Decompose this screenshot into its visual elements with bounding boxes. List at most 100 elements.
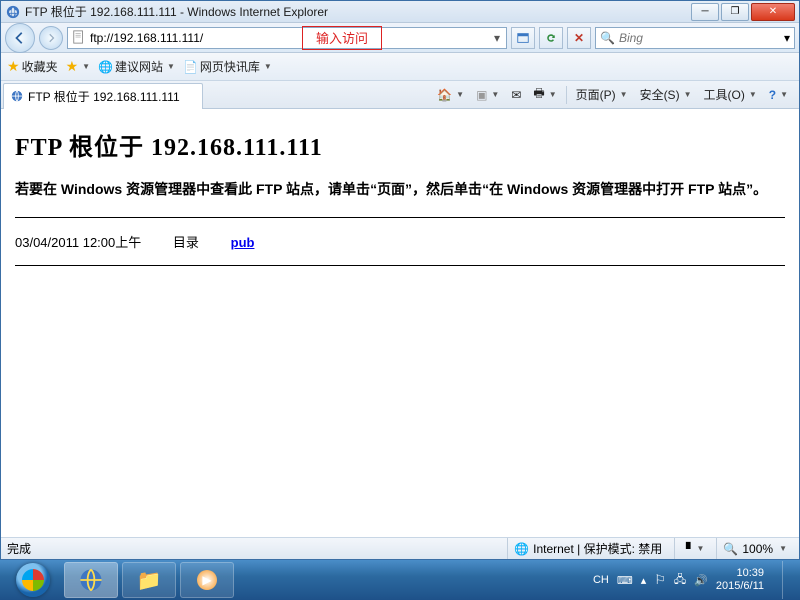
safety-label: 安全(S) — [640, 86, 680, 103]
entry-datetime: 03/04/2011 12:00上午 — [15, 232, 165, 251]
chevron-down-icon: ▼ — [82, 62, 90, 71]
instruction-text: 若要在 Windows 资源管理器中查看此 FTP 站点，请单击“页面”，然后单… — [15, 178, 785, 203]
tools-menu[interactable]: 工具(O)▼ — [698, 84, 761, 106]
tray-clock[interactable]: 10:39 2015/6/11 — [716, 567, 768, 593]
taskbar-ie[interactable] — [64, 562, 118, 598]
star-icon: ★ — [7, 58, 20, 75]
page-content: FTP 根位于 192.168.111.111 若要在 Windows 资源管理… — [1, 109, 799, 537]
titlebar: FTP 根位于 192.168.111.111 - Windows Intern… — [1, 1, 799, 23]
star-add-icon: ★ — [66, 58, 79, 75]
search-dropdown[interactable]: ▾ — [784, 31, 790, 45]
tray-up-icon[interactable]: ▴ — [641, 574, 647, 587]
folder-icon: 📁 — [137, 568, 162, 593]
back-button[interactable] — [5, 23, 35, 53]
chevron-down-icon: ▼ — [456, 90, 464, 99]
taskbar-explorer[interactable]: 📁 — [122, 562, 176, 598]
favorites-button[interactable]: ★收藏夹 — [7, 58, 58, 75]
chevron-down-icon: ▼ — [779, 544, 787, 553]
msg-bold: “页面” — [370, 181, 412, 197]
ie-small-icon: 🌐 — [98, 60, 113, 74]
web-slice-gallery[interactable]: 📄网页快讯库 ▼ — [183, 58, 272, 75]
tab-title: FTP 根位于 192.168.111.111 — [28, 88, 196, 105]
msg-part: ，然后单击 — [412, 181, 482, 197]
home-button[interactable]: 🏠▼ — [432, 84, 469, 106]
help-icon: ? — [769, 88, 776, 102]
slice-icon: 📄 — [183, 60, 198, 74]
page-icon — [72, 30, 88, 46]
status-text: 完成 — [7, 540, 31, 557]
feeds-button[interactable]: ▣▼ — [471, 84, 504, 106]
globe-icon: 🌐 — [514, 542, 529, 556]
suggested-label: 建议网站 — [115, 58, 163, 75]
ie-window: FTP 根位于 192.168.111.111 - Windows Intern… — [0, 0, 800, 560]
ime-indicator[interactable]: CH — [593, 574, 609, 586]
suggested-sites[interactable]: 🌐建议网站▼ — [98, 58, 175, 75]
help-button[interactable]: ?▼ — [764, 84, 793, 106]
rss-icon: ▣ — [476, 88, 487, 102]
compat-view-button[interactable] — [511, 27, 535, 49]
minimize-button[interactable]: ─ — [691, 3, 719, 21]
window-title: FTP 根位于 192.168.111.111 - Windows Intern… — [25, 3, 691, 20]
zone-label: Internet | 保护模式: 禁用 — [533, 540, 662, 557]
divider — [15, 217, 785, 218]
protected-mode-toggle[interactable]: ▝▼ — [674, 538, 710, 559]
ie-icon — [5, 4, 21, 20]
status-bar: 完成 🌐Internet | 保护模式: 禁用 ▝▼ 🔍100%▼ — [1, 537, 799, 559]
chevron-down-icon: ▼ — [780, 90, 788, 99]
chevron-down-icon: ▼ — [697, 544, 705, 553]
msg-bold: “在 Windows 资源管理器中打开 FTP 站点” — [482, 181, 753, 197]
print-button[interactable]: 🖶▼ — [528, 84, 561, 106]
shield-icon: ▝ — [681, 542, 690, 556]
tab-ftp[interactable]: FTP 根位于 192.168.111.111 — [3, 83, 203, 109]
safety-menu[interactable]: 安全(S) ▼ — [635, 84, 697, 106]
msg-part: 若要在 Windows 资源管理器中查看此 FTP 站点，请单击 — [15, 181, 370, 197]
tray-flag-icon[interactable]: ⚐ — [654, 572, 666, 588]
address-bar[interactable]: ▾ 输入访问 — [67, 27, 507, 49]
favorites-bar: ★收藏夹 ★▼ 🌐建议网站▼ 📄网页快讯库▼ — [1, 53, 799, 81]
dir-entry: 03/04/2011 12:00上午 目录 pub — [15, 232, 785, 251]
address-input[interactable] — [90, 31, 490, 45]
clock-date: 2015/6/11 — [716, 580, 764, 593]
forward-button[interactable] — [39, 26, 63, 50]
chevron-down-icon: ▼ — [684, 90, 692, 99]
page-heading: FTP 根位于 192.168.111.111 — [15, 127, 785, 162]
restore-button[interactable]: ❐ — [721, 3, 749, 21]
close-button[interactable]: ✕ — [751, 3, 795, 21]
zoom-control[interactable]: 🔍 100% ▼ — [716, 538, 793, 559]
zoom-icon: 🔍 — [723, 542, 738, 556]
zoom-label: 100% — [742, 542, 773, 556]
printer-icon: 🖶 — [533, 84, 544, 105]
system-tray: CH ⌨ ▴ ⚐ 🖧 🔊 10:39 2015/6/11 — [593, 561, 794, 599]
tray-volume-icon[interactable]: 🔊 — [694, 574, 708, 587]
separator — [566, 86, 567, 104]
refresh-button[interactable] — [539, 27, 563, 49]
ie-small-icon — [10, 89, 24, 103]
search-input[interactable] — [619, 31, 784, 45]
tray-keyboard-icon[interactable]: ⌨ — [617, 574, 633, 587]
search-icon: 🔍 — [600, 31, 615, 45]
tray-network-icon[interactable]: 🖧 — [674, 571, 686, 590]
page-label: 页面(P) — [576, 86, 616, 103]
favorites-label: 收藏夹 — [22, 58, 58, 75]
address-dropdown[interactable]: ▾ — [490, 31, 504, 45]
windows-orb-icon — [16, 563, 50, 597]
chevron-down-icon: ▼ — [491, 90, 499, 99]
chevron-down-icon: ▼ — [620, 90, 628, 99]
nav-row: ▾ 输入访问 ✕ 🔍 ▾ — [1, 23, 799, 53]
entry-link-pub[interactable]: pub — [231, 235, 255, 250]
page-menu[interactable]: 页面(P) ▼ — [571, 84, 633, 106]
chevron-down-icon: ▼ — [264, 62, 272, 71]
window-controls: ─ ❐ ✕ — [691, 3, 795, 21]
search-box[interactable]: 🔍 ▾ — [595, 27, 795, 49]
start-button[interactable] — [6, 561, 60, 599]
security-zone[interactable]: 🌐 Internet | 保护模式: 禁用 — [507, 538, 668, 559]
mail-button[interactable]: ✉ — [506, 84, 526, 106]
stop-button[interactable]: ✕ — [567, 27, 591, 49]
gallery-label: 网页快讯库 — [200, 58, 260, 75]
show-desktop-button[interactable] — [782, 561, 794, 599]
taskbar-mediaplayer[interactable]: ▶ — [180, 562, 234, 598]
msg-part: 。 — [753, 181, 767, 197]
divider — [15, 265, 785, 266]
add-fav-button[interactable]: ★▼ — [66, 58, 90, 75]
taskbar: 📁 ▶ CH ⌨ ▴ ⚐ 🖧 🔊 10:39 2015/6/11 — [0, 560, 800, 600]
